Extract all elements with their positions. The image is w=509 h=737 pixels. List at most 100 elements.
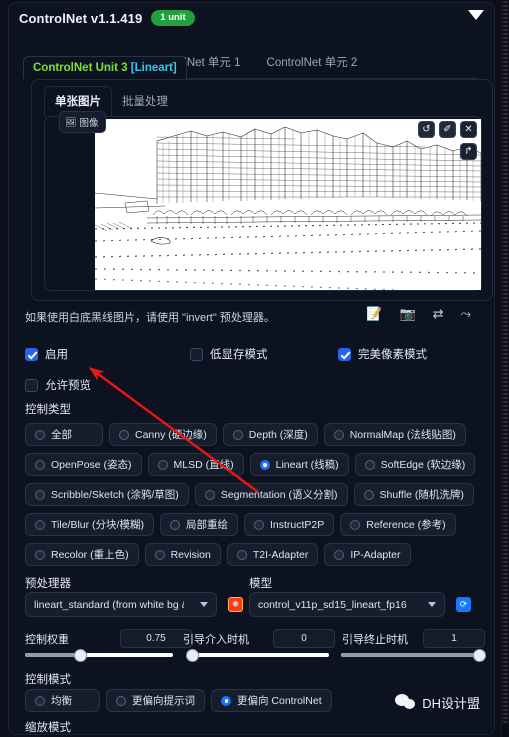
accordion-header[interactable]: ControlNet v1.1.419 1 unit — [9, 3, 494, 33]
radio-t2i-adapter-dot[interactable] — [236, 549, 247, 560]
eraser-icon[interactable]: ✐ — [439, 121, 456, 138]
radio-normalmap-dot[interactable] — [333, 429, 344, 440]
chevron-down-icon[interactable] — [200, 602, 208, 607]
checkbox-pixel-perfect[interactable]: 完美像素模式 — [338, 346, 427, 362]
redo-arrow-icon[interactable]: ↱ — [460, 143, 477, 160]
radio-lineart-dot[interactable] — [259, 459, 270, 470]
radio-openpose-dot[interactable] — [35, 459, 45, 470]
model-value: control_v11p_sd15_lineart_fp16 [5 — [258, 598, 408, 611]
checkbox-enable-label: 启用 — [45, 349, 68, 361]
radio-mlsd-label: MLSD (直线) — [173, 459, 234, 471]
camera-icon[interactable]: 📷 — [400, 306, 416, 322]
radio-lineart[interactable]: Lineart (线稿) — [249, 453, 349, 476]
resize-mode-label: 缩放模式 — [25, 722, 71, 734]
radio-shuffle-dot[interactable] — [363, 489, 374, 500]
radio-softedge-dot[interactable] — [364, 459, 375, 470]
radio-openpose-label: OpenPose (姿态) — [51, 459, 132, 471]
checkbox-enable-box[interactable] — [25, 347, 38, 361]
control-weight-thumb[interactable] — [75, 649, 86, 661]
control-type-row-5: Recolor (重上色) Revision T2I-Adapter IP-Ad… — [25, 543, 411, 566]
mode-tab-bar: 单张图片 批量处理 — [44, 86, 474, 117]
radio-recolor-dot[interactable] — [35, 549, 45, 560]
checkbox-allow-preview[interactable]: 允许预览 — [25, 377, 91, 393]
unit-count-badge: 1 unit — [151, 10, 195, 26]
checkbox-low-vram-box[interactable] — [190, 347, 203, 361]
swap-icon[interactable]: ⇄ — [433, 306, 444, 322]
control-weight-slider[interactable] — [25, 649, 173, 661]
preprocessor-select[interactable]: lineart_standard (from white bg & b — [25, 592, 217, 617]
radio-scribble[interactable]: Scribble/Sketch (涂鸦/草图) — [25, 483, 189, 506]
image-dropzone[interactable]: 🖼 图像 ↺ ✐ ✕ ↱ — [44, 111, 482, 291]
radio-reference-dot[interactable] — [350, 519, 361, 530]
start-step-slider[interactable] — [187, 649, 329, 661]
radio-shuffle[interactable]: Shuffle (随机洗牌) — [353, 483, 474, 506]
checkbox-low-vram[interactable]: 低显存模式 — [190, 346, 338, 362]
radio-segmentation-dot[interactable] — [204, 489, 215, 500]
radio-inpaint-dot[interactable] — [169, 519, 180, 530]
radio-reference[interactable]: Reference (参考) — [340, 513, 456, 536]
radio-ip-adapter[interactable]: IP-Adapter — [324, 543, 411, 566]
end-step-slider[interactable] — [341, 649, 485, 661]
control-weight-fill — [25, 653, 80, 657]
radio-controlnet-priority-dot[interactable] — [221, 695, 231, 706]
tab-batch-process[interactable]: 批量处理 — [112, 87, 178, 116]
close-icon[interactable]: ✕ — [460, 121, 477, 138]
radio-all-dot[interactable] — [35, 429, 45, 440]
radio-prompt-priority[interactable]: 更偏向提示词 — [106, 689, 205, 712]
radio-inpaint[interactable]: 局部重绘 — [159, 513, 238, 536]
run-preprocessor-button[interactable]: ✹ — [228, 597, 243, 612]
invert-hint-row: 如果使用白底黑线图片，请使用 "invert" 预处理器。 📝 📷 ⇄ ⤳ — [25, 306, 487, 328]
radio-segmentation-label: Segmentation (语义分割) — [220, 489, 338, 501]
image-source-tab[interactable]: 🖼 图像 — [59, 111, 107, 133]
radio-scribble-dot[interactable] — [35, 489, 45, 500]
radio-controlnet-priority-label: 更偏向 ControlNet — [237, 695, 322, 707]
radio-canny-dot[interactable] — [119, 429, 129, 440]
radio-depth[interactable]: Depth (深度) — [222, 423, 318, 446]
radio-ip-adapter-dot[interactable] — [334, 549, 345, 560]
start-step-input[interactable]: 0 — [273, 629, 335, 648]
radio-t2i-adapter[interactable]: T2I-Adapter — [226, 543, 319, 566]
undo-icon[interactable]: ↺ — [418, 121, 435, 138]
radio-instructp2p-dot[interactable] — [253, 519, 264, 530]
radio-tile-blur-dot[interactable] — [35, 519, 45, 530]
radio-mlsd[interactable]: MLSD (直线) — [147, 453, 244, 476]
checkbox-allow-preview-box[interactable] — [25, 378, 38, 392]
radio-balanced-dot[interactable] — [35, 695, 45, 706]
radio-recolor-label: Recolor (重上色) — [51, 549, 129, 561]
radio-revision[interactable]: Revision — [144, 543, 221, 566]
tab-unit-3-active[interactable]: ControlNet Unit 3 [Lineart] — [23, 56, 187, 79]
image-toolbar: ↺ ✐ ✕ — [418, 121, 477, 138]
model-select[interactable]: control_v11p_sd15_lineart_fp16 [5 — [249, 592, 445, 617]
radio-controlnet-priority[interactable]: 更偏向 ControlNet — [211, 689, 332, 712]
control-weight-input[interactable]: 0.75 — [120, 629, 192, 648]
edit-note-icon[interactable]: 📝 — [366, 306, 382, 322]
radio-normalmap[interactable]: NormalMap (法线贴图) — [323, 423, 466, 446]
radio-balanced[interactable]: 均衡 — [25, 689, 100, 712]
start-step-thumb[interactable] — [187, 649, 198, 661]
tab-unit-3-label: ControlNet Unit 3 — [33, 62, 128, 74]
radio-instructp2p[interactable]: InstructP2P — [243, 513, 335, 536]
options-row-2: 允许预览 — [25, 375, 487, 395]
chevron-down-icon[interactable] — [468, 10, 484, 20]
radio-tile-blur[interactable]: Tile/Blur (分块/模糊) — [25, 513, 154, 536]
scrollbar-thumb[interactable] — [503, 1, 508, 725]
radio-mlsd-dot[interactable] — [157, 459, 168, 470]
radio-canny[interactable]: Canny (硬边缘) — [109, 423, 217, 446]
radio-depth-dot[interactable] — [232, 429, 243, 440]
send-to-icon[interactable]: ⤳ — [461, 306, 471, 322]
end-step-thumb[interactable] — [474, 649, 485, 661]
radio-all[interactable]: 全部 — [25, 423, 103, 446]
radio-revision-dot[interactable] — [154, 549, 165, 560]
end-step-input[interactable]: 1 — [423, 629, 485, 648]
vertical-scrollbar[interactable] — [501, 0, 508, 737]
checkbox-enable[interactable]: 启用 — [25, 346, 190, 362]
checkbox-pixel-perfect-box[interactable] — [338, 347, 351, 361]
radio-prompt-priority-dot[interactable] — [116, 695, 126, 706]
radio-softedge[interactable]: SoftEdge (软边缘) — [354, 453, 476, 476]
radio-openpose[interactable]: OpenPose (姿态) — [25, 453, 142, 476]
refresh-models-button[interactable]: ⟳ — [456, 597, 471, 612]
chevron-down-icon[interactable] — [428, 602, 436, 607]
radio-segmentation[interactable]: Segmentation (语义分割) — [194, 483, 348, 506]
radio-softedge-label: SoftEdge (软边缘) — [380, 459, 466, 471]
radio-recolor[interactable]: Recolor (重上色) — [25, 543, 139, 566]
